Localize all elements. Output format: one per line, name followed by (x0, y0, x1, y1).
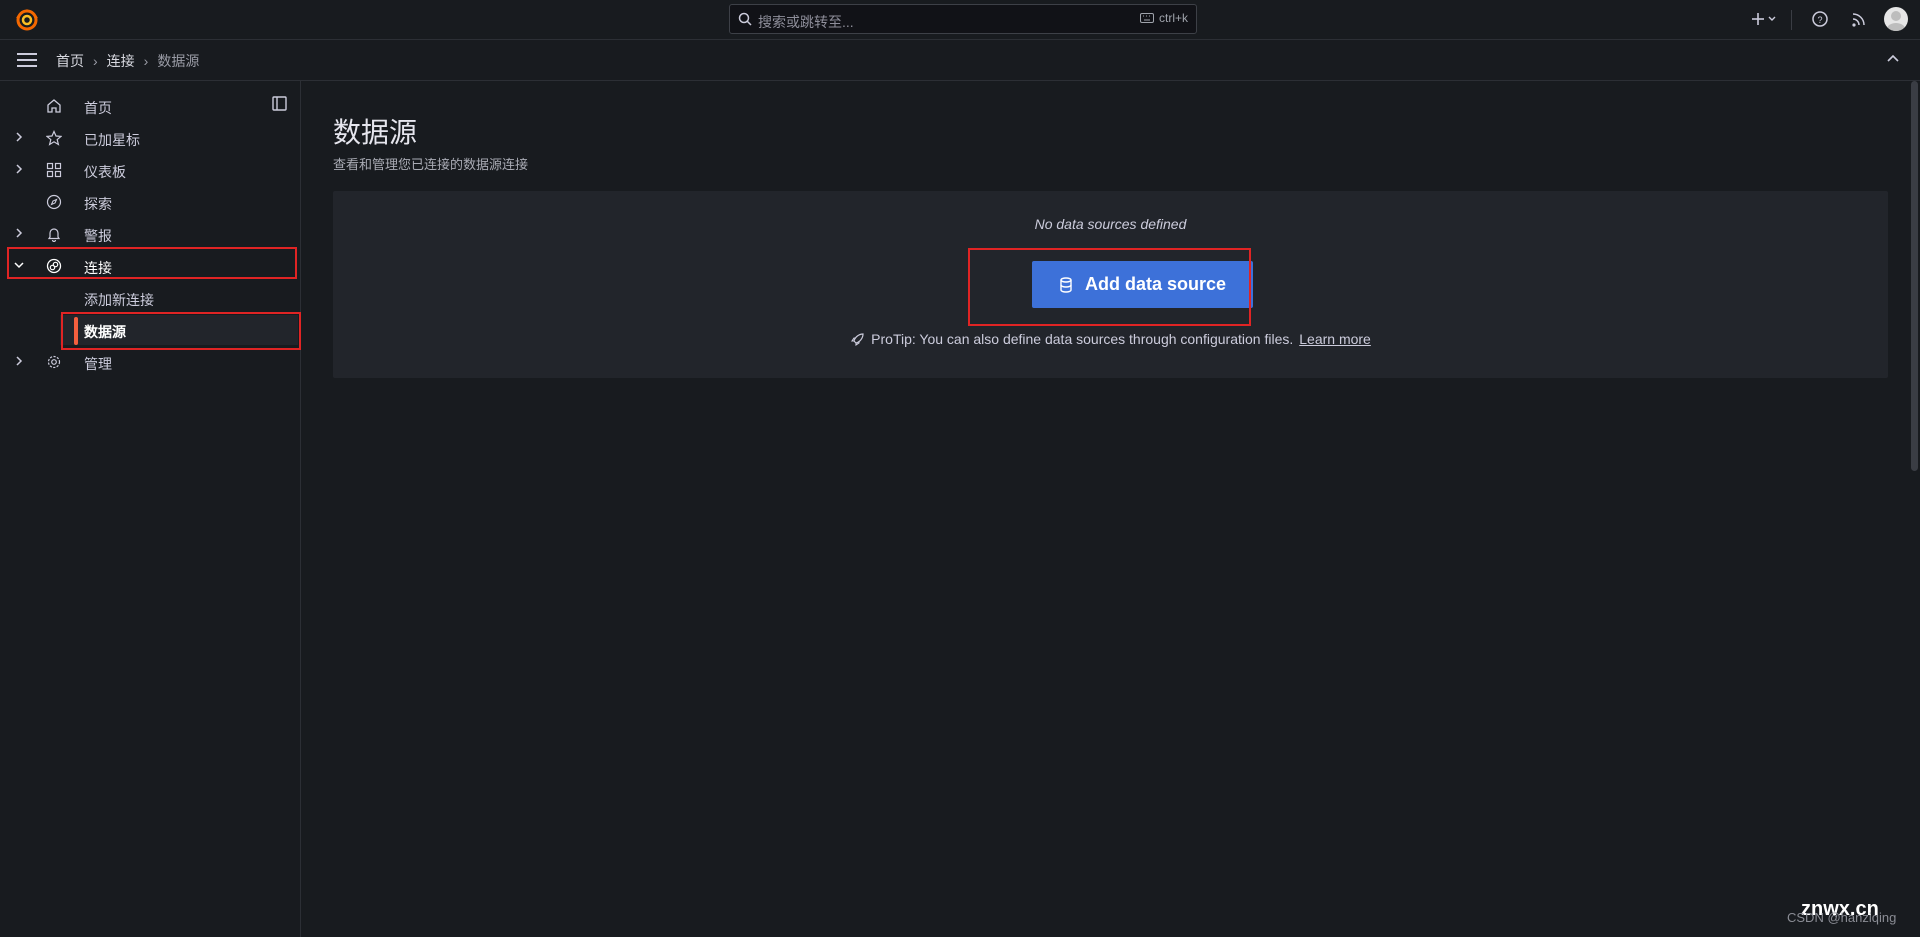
sidebar-item-label: 仪表板 (84, 164, 126, 180)
chevron-right-icon[interactable] (13, 227, 25, 239)
learn-more-link[interactable]: Learn more (1299, 331, 1371, 347)
breadcrumb-separator: › (143, 53, 149, 69)
chevron-right-icon[interactable] (13, 131, 25, 143)
sidebar: 首页 已加星标 仪表板 探索 警报 连接 添加新连接 数据源 管理 (0, 81, 301, 937)
database-icon (1059, 276, 1073, 293)
new-menu-button[interactable] (1751, 8, 1779, 30)
grafana-logo-icon[interactable] (14, 7, 40, 33)
empty-state-message: No data sources defined (1034, 216, 1187, 232)
sidebar-item-label: 连接 (84, 260, 112, 276)
chevron-up-icon[interactable] (1886, 52, 1900, 66)
home-icon (46, 98, 62, 114)
search-icon (738, 12, 752, 26)
rss-news-icon[interactable] (1850, 8, 1868, 30)
breadcrumb-bar: 首页 › 连接 › 数据源 (0, 40, 1920, 81)
scrollbar[interactable] (1911, 81, 1918, 471)
svg-text:?: ? (1817, 15, 1822, 25)
empty-state-panel: No data sources defined Add data source … (333, 191, 1888, 378)
rocket-icon (850, 332, 865, 347)
add-data-source-label: Add data source (1084, 274, 1227, 294)
sidebar-item-label: 探索 (84, 196, 112, 212)
sidebar-item-label: 首页 (84, 100, 112, 116)
main-content: 数据源 查看和管理您已连接的数据源连接 No data sources defi… (301, 81, 1910, 937)
sidebar-subitem-label: 添加新连接 (84, 292, 154, 308)
sidebar-subitem-add-connection[interactable]: 添加新连接 (60, 283, 298, 313)
top-bar: 搜索或跳转至... ctrl+k ? (0, 0, 1920, 40)
sidebar-item-dashboards[interactable]: 仪表板 (0, 155, 300, 185)
sidebar-item-alerting[interactable]: 警报 (0, 219, 300, 249)
sidebar-item-label: 警报 (84, 228, 112, 244)
user-avatar[interactable] (1884, 7, 1908, 31)
sidebar-subitem-label: 数据源 (84, 324, 126, 340)
sidebar-item-connections[interactable]: 连接 (0, 251, 300, 281)
sidebar-item-home[interactable]: 首页 (0, 91, 300, 121)
breadcrumb-separator: › (93, 53, 98, 69)
search-input[interactable]: 搜索或跳转至... ctrl+k (729, 4, 1197, 34)
breadcrumb-datasources: 数据源 (157, 53, 200, 69)
watermark-csdn: CSDN @hanziqing (1787, 910, 1897, 925)
breadcrumb-connections[interactable]: 连接 (107, 51, 135, 71)
page-subtitle: 查看和管理您已连接的数据源连接 (333, 157, 529, 172)
star-icon (46, 130, 62, 146)
compass-icon (46, 194, 62, 210)
sidebar-subitem-datasources[interactable]: 数据源 (60, 315, 298, 345)
chevron-right-icon[interactable] (13, 355, 25, 367)
search-shortcut: ctrl+k (1139, 11, 1188, 25)
shortcut-label: ctrl+k (1158, 11, 1188, 25)
sidebar-item-explore[interactable]: 探索 (0, 187, 300, 217)
chevron-right-icon[interactable] (13, 163, 25, 175)
active-indicator (74, 317, 78, 345)
sidebar-item-label: 已加星标 (84, 132, 140, 148)
page-title: 数据源 (333, 117, 418, 148)
bell-icon (46, 226, 62, 242)
sidebar-item-administration[interactable]: 管理 (0, 347, 300, 377)
cog-icon (46, 354, 62, 370)
search-placeholder: 搜索或跳转至... (758, 14, 854, 30)
help-icon[interactable]: ? (1811, 8, 1829, 30)
breadcrumb-home[interactable]: 首页 (56, 51, 84, 71)
apps-icon (46, 162, 62, 178)
sidebar-item-starred[interactable]: 已加星标 (0, 123, 300, 153)
protip: ProTip: You can also define data sources… (333, 331, 1888, 347)
chevron-down-icon[interactable] (13, 259, 25, 271)
breadcrumb: 首页 › 连接 › 数据源 (56, 51, 199, 71)
add-data-source-button[interactable]: Add data source (1032, 261, 1253, 308)
link-icon (46, 258, 62, 274)
keyboard-icon (1139, 13, 1154, 23)
protip-text: ProTip: You can also define data sources… (871, 331, 1294, 347)
menu-toggle-icon[interactable] (17, 51, 37, 69)
sidebar-item-label: 管理 (84, 356, 112, 372)
toolbar-divider (1791, 10, 1792, 30)
